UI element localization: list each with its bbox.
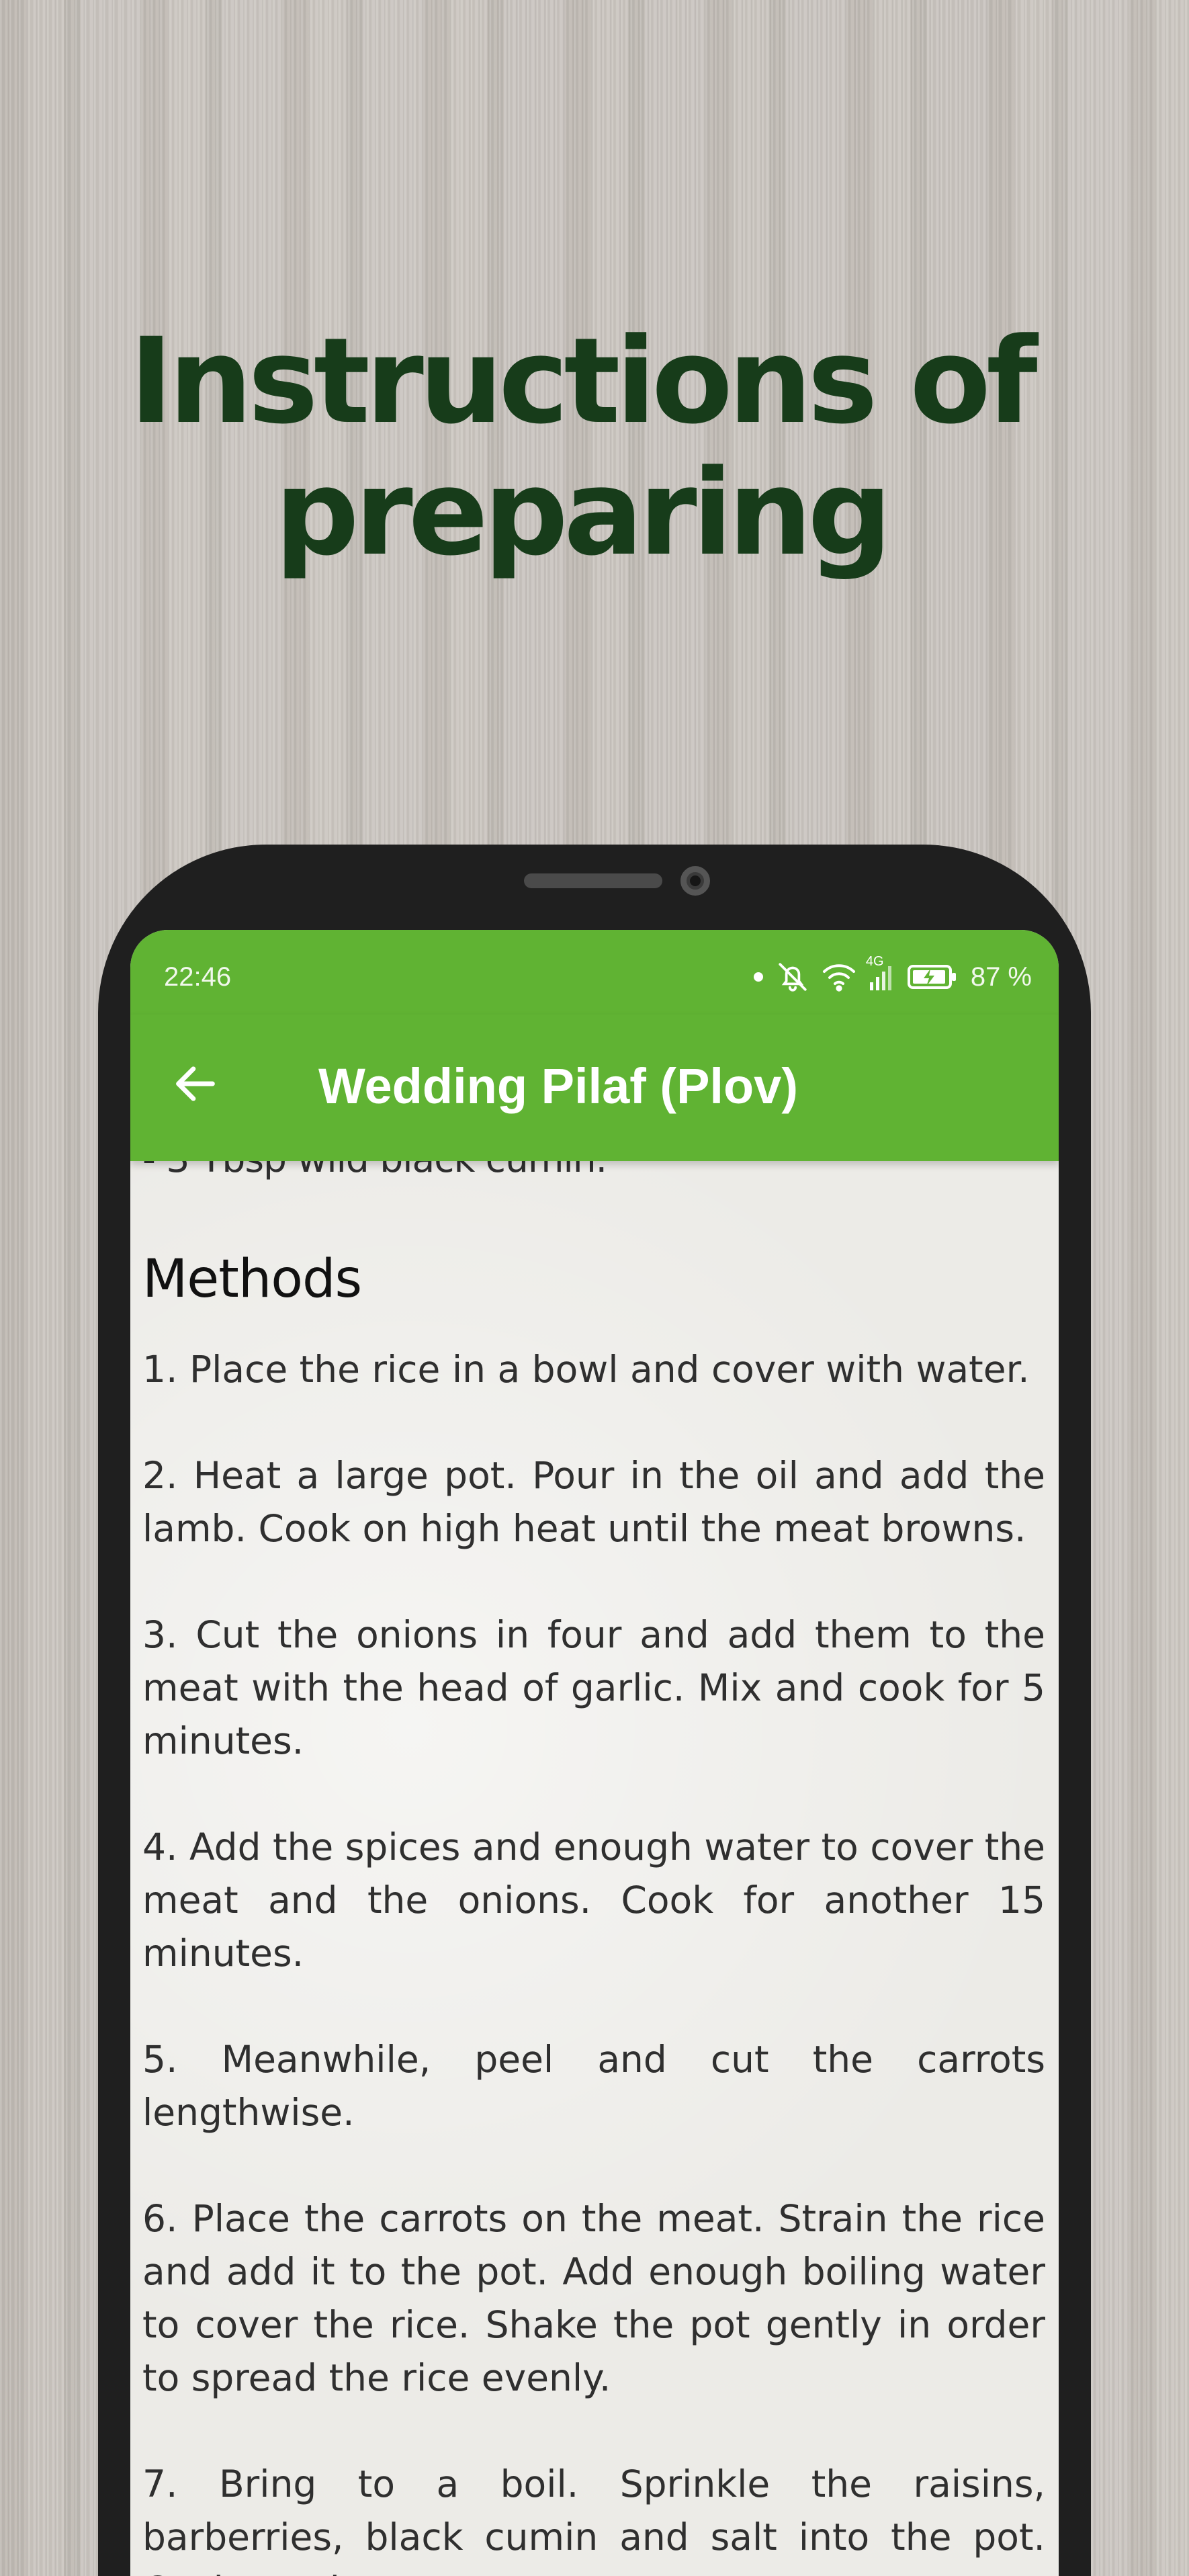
recipe-content[interactable]: - 3 Tbsp wild black cumin. Methods 1. Pl… xyxy=(130,1161,1059,2576)
network-type-label: 4G xyxy=(865,954,884,969)
app-title: Wedding Pilaf (Plov) xyxy=(318,1058,798,1114)
back-button[interactable] xyxy=(159,1048,232,1122)
arrow-left-icon xyxy=(170,1058,221,1113)
notification-dot-icon xyxy=(753,972,764,982)
phone-speaker xyxy=(524,873,662,888)
method-step: 7. Bring to a boil. Sprinkle the raisins… xyxy=(142,2462,1045,2576)
methods-heading: Methods xyxy=(142,1249,362,1310)
status-bar: 22:46 4G 87 % xyxy=(130,930,1059,1015)
wifi-icon xyxy=(822,962,856,992)
signal-icon: 4G xyxy=(866,954,895,992)
status-icons: 4G 87 % xyxy=(753,954,1032,998)
app-bar: Wedding Pilaf (Plov) xyxy=(130,1015,1059,1161)
promo-headline: Instructions of preparing xyxy=(129,312,1037,582)
method-step: 4. Add the spices and enough water to co… xyxy=(142,1826,1045,1975)
method-step: 6. Place the carrots on the meat. Strain… xyxy=(142,2197,1045,2399)
status-time: 22:46 xyxy=(164,962,232,992)
alarm-off-icon xyxy=(776,960,809,994)
method-step: 5. Meanwhile, peel and cut the carrots l… xyxy=(142,2038,1045,2134)
battery-percent: 87 % xyxy=(970,962,1032,992)
method-step: 1. Place the rice in a bowl and cover wi… xyxy=(142,1348,1030,1391)
method-step: 3. Cut the onions in four and add them t… xyxy=(142,1613,1045,1762)
method-step: 2. Heat a large pot. Pour in the oil and… xyxy=(142,1454,1045,1550)
ingredient-line: - 3 Tbsp wild black cumin. xyxy=(142,1161,1045,1186)
phone-screen: 22:46 4G 87 % Wedding Pilaf (Plov) Metho… xyxy=(130,930,1059,2576)
battery-charging-icon xyxy=(907,963,959,990)
phone-camera xyxy=(680,866,710,896)
recipe-text: - 3 Tbsp wild black cumin. Methods 1. Pl… xyxy=(142,1161,1045,2576)
